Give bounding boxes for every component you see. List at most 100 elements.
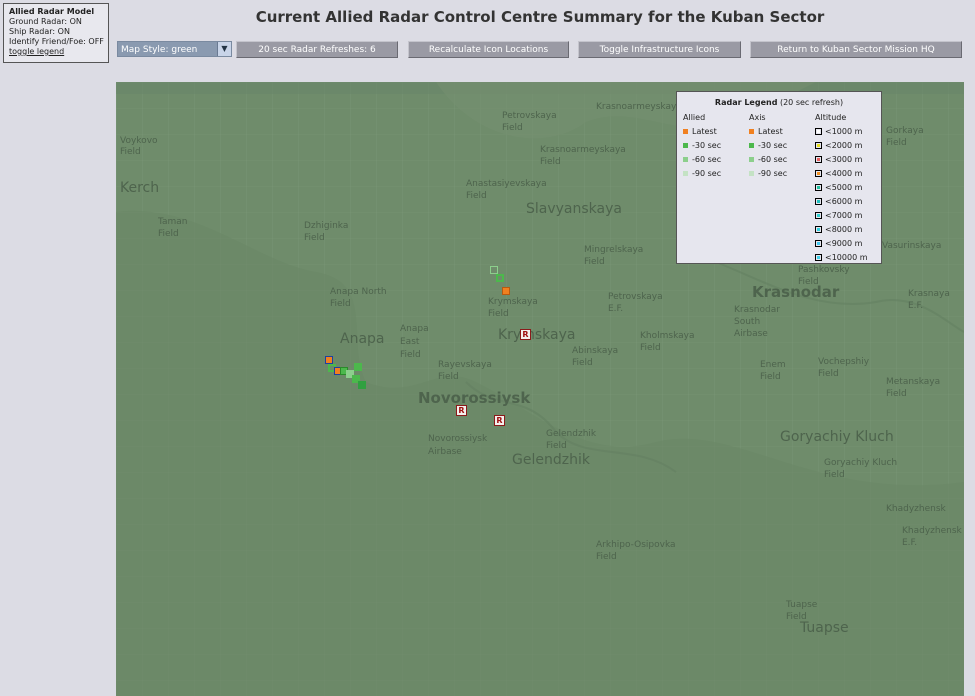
page-title: Current Allied Radar Control Centre Summ… (255, 8, 825, 26)
altitude-swatch-icon (815, 142, 822, 149)
map-label: Rayevskaya (438, 360, 492, 370)
legend-row: <1000 m (815, 125, 868, 139)
map-label: Vasurinskaya (882, 241, 942, 251)
radar-station-icon[interactable]: R (456, 405, 467, 416)
altitude-swatch-icon (815, 226, 822, 233)
legend-row: Latest (683, 125, 721, 139)
map-label: Field (158, 229, 179, 239)
map-label: Krasnoarmeyskaya (540, 145, 626, 155)
legend-label: <6000 m (825, 197, 863, 206)
legend-label: -30 sec (692, 141, 722, 150)
legend-row: -60 sec (683, 153, 721, 167)
altitude-swatch-icon (815, 170, 822, 177)
legend-label: <7000 m (825, 211, 863, 220)
map-label: Field (818, 369, 839, 379)
swatch-icon (683, 143, 688, 148)
chevron-down-icon[interactable]: ▼ (217, 42, 231, 56)
map-label: Field (502, 123, 523, 133)
map-label: Field (546, 441, 567, 451)
map-label: E.F. (902, 538, 918, 548)
swatch-icon (749, 157, 754, 162)
map-label: Krymskaya (488, 297, 538, 307)
altitude-swatch-icon (815, 128, 822, 135)
legend-label: -60 sec (758, 155, 788, 164)
radar-contact-90s[interactable] (490, 266, 498, 274)
legend-row: -30 sec (683, 139, 721, 153)
map-label: Kerch (120, 180, 160, 196)
legend-allied-column: Allied Latest -30 sec -60 sec -90 sec (683, 111, 721, 181)
map-label: Field (438, 372, 459, 382)
map-label: Anapa (400, 324, 429, 334)
return-to-hq-button[interactable]: Return to Kuban Sector Mission HQ (750, 41, 962, 58)
map-label: Vochepshiy (818, 357, 870, 367)
map-label: Field (886, 138, 907, 148)
map-label: Tuapse (800, 620, 849, 636)
legend-row: -90 sec (683, 167, 721, 181)
map-label: Taman (158, 217, 188, 227)
map-label: Khadyzhensk (886, 504, 946, 514)
map-label: Khadyzhensk (902, 526, 962, 536)
map-label: Field (488, 309, 509, 319)
map-label: Voykovo (120, 136, 158, 146)
map-label: Abinskaya (572, 346, 619, 356)
map-label: Field (640, 343, 661, 353)
map-label: Field (596, 552, 617, 562)
toggle-infrastructure-button[interactable]: Toggle Infrastructure Icons (578, 41, 741, 58)
swatch-icon (683, 157, 688, 162)
map-label: Slavyanskaya (526, 201, 622, 217)
legend-row: -30 sec (749, 139, 787, 153)
legend-label: <2000 m (825, 141, 863, 150)
legend-label: <9000 m (825, 239, 863, 248)
radar-contact-30s[interactable] (496, 274, 504, 282)
altitude-swatch-icon (815, 156, 822, 163)
map-label: East (400, 337, 420, 347)
legend-altitude-header: Altitude (815, 113, 847, 122)
radar-contact-latest[interactable] (325, 356, 333, 364)
legend-row: <6000 m (815, 195, 868, 209)
map-label: Novorossiysk (428, 434, 488, 444)
legend-label: -90 sec (758, 169, 788, 178)
map-label: Field (760, 372, 781, 382)
ground-radar-status: Ground Radar: ON (9, 17, 82, 26)
legend-label: <5000 m (825, 183, 863, 192)
map-label: Dzhiginka (304, 221, 349, 231)
map-label: Anastasiyevskaya (466, 179, 547, 189)
map-label: Metanskaya (886, 377, 941, 387)
swatch-icon (749, 143, 754, 148)
radar-contact-30s[interactable] (354, 363, 362, 371)
map-style-value: Map Style: green (121, 45, 198, 55)
map-label: E.F. (608, 304, 624, 314)
map-label: Krasnodar (734, 305, 780, 315)
map-label: Field (120, 147, 141, 157)
radar-contact-latest[interactable] (502, 287, 510, 295)
map-label: Goryachiy Kluch (780, 429, 894, 445)
legend-label: <3000 m (825, 155, 863, 164)
map-label: Petrovskaya (502, 111, 557, 121)
ship-radar-status: Ship Radar: ON (9, 27, 70, 36)
map-label: Airbase (428, 447, 462, 457)
radar-refresh-button[interactable]: 20 sec Radar Refreshes: 6 (236, 41, 398, 58)
legend-row: -60 sec (749, 153, 787, 167)
legend-label: Latest (692, 127, 717, 136)
radar-contact-30s[interactable] (358, 381, 366, 389)
radar-model-title: Allied Radar Model (9, 7, 95, 16)
recalculate-icons-button[interactable]: Recalculate Icon Locations (408, 41, 569, 58)
map-label: Field (798, 277, 819, 287)
legend-label: <1000 m (825, 127, 863, 136)
legend-subtitle: (20 sec refresh) (779, 98, 844, 107)
radar-legend: Radar Legend (20 sec refresh) Allied Lat… (676, 91, 882, 264)
legend-axis-column: Axis Latest -30 sec -60 sec -90 sec (749, 111, 787, 181)
altitude-swatch-icon (815, 254, 822, 261)
map-label: Petrovskaya (608, 292, 663, 302)
radar-station-icon[interactable]: R (520, 329, 531, 340)
map-style-select[interactable]: Map Style: green ▼ (117, 41, 232, 57)
map-label: Field (540, 157, 561, 167)
map-label: Krasnaya (908, 289, 950, 299)
map-label: Field (584, 257, 605, 267)
legend-row: Latest (749, 125, 787, 139)
radar-station-icon[interactable]: R (494, 415, 505, 426)
map-label: Anapa North (330, 287, 387, 297)
legend-row: -90 sec (749, 167, 787, 181)
map-label: Arkhipo-Osipovka (596, 540, 676, 550)
toggle-legend-link[interactable]: toggle legend (9, 47, 64, 56)
